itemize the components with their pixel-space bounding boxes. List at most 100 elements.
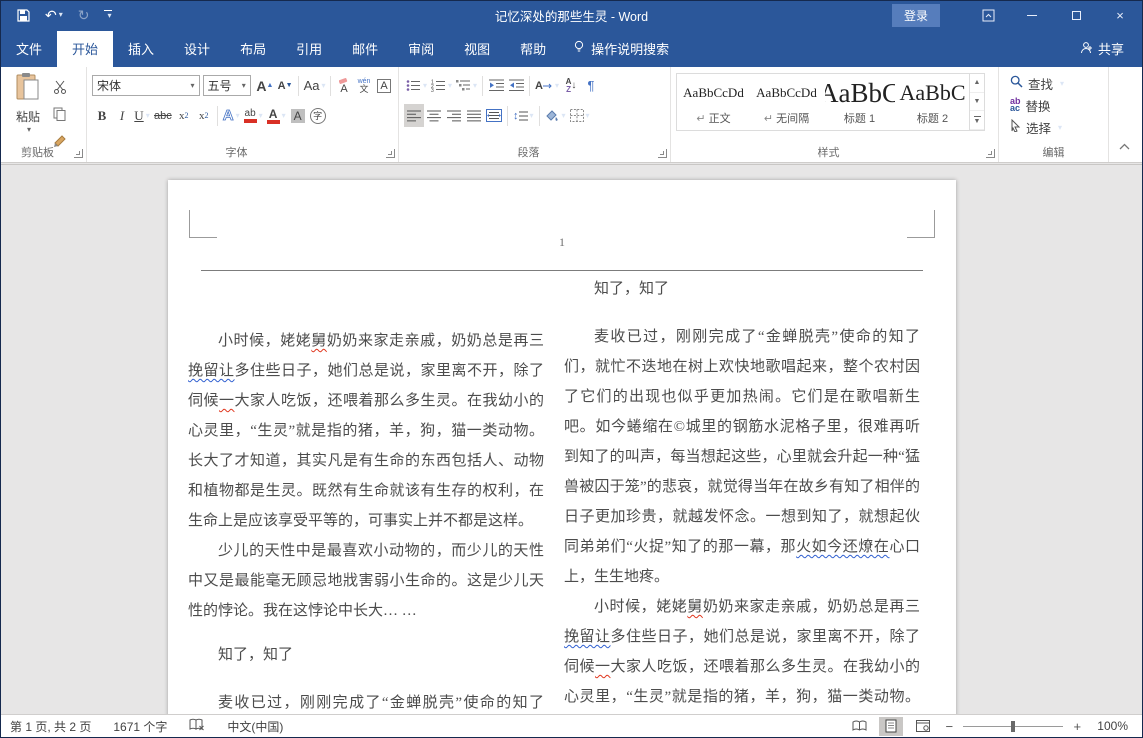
shading-button[interactable]: ▾ <box>543 104 568 127</box>
align-center-button[interactable] <box>424 104 444 127</box>
web-layout-icon[interactable] <box>911 717 935 736</box>
undo-button[interactable]: ↶▾ <box>45 8 63 22</box>
character-shading-button[interactable]: A <box>288 104 308 127</box>
collapse-ribbon-icon[interactable] <box>1119 138 1130 156</box>
copy-icon[interactable] <box>50 102 70 125</box>
paste-button[interactable]: 粘贴 ▾ <box>6 72 50 152</box>
align-right-button[interactable] <box>444 104 464 127</box>
line-spacing-button[interactable]: ↕ ▾ <box>511 104 536 127</box>
clear-formatting-icon[interactable]: A <box>334 74 354 97</box>
shrink-font-button[interactable]: A▼ <box>275 74 295 97</box>
ribbon-display-options-icon[interactable] <box>966 1 1010 29</box>
zoom-level[interactable]: 100% <box>1097 719 1128 733</box>
print-layout-icon[interactable] <box>879 717 903 736</box>
asian-layout-button[interactable]: A ▾ <box>533 74 561 97</box>
document-page[interactable]: 1 小时候，姥姥舅奶奶来家走亲戚，奶奶总是再三挽留让多住些日子，她们总是说，家里… <box>168 180 956 716</box>
tell-me-search[interactable]: 操作说明搜索 <box>561 31 681 67</box>
multilevel-list-button[interactable]: ▾ <box>454 74 479 97</box>
tab-file[interactable]: 文件 <box>1 31 57 67</box>
justify-button[interactable] <box>464 104 484 127</box>
paragraph-dialog-launcher[interactable] <box>658 149 667 158</box>
styles-scroll-up-icon[interactable]: ▲ <box>970 74 984 93</box>
text-column-left[interactable]: 小时候，姥姥舅奶奶来家走亲戚，奶奶总是再三挽留让多住些日子，她们总是说，家里离不… <box>188 326 544 716</box>
word-count[interactable]: 1671 个字 <box>113 718 167 735</box>
font-name-combo[interactable]: 宋体▾ <box>92 75 200 96</box>
sort-button[interactable]: AZ ↓ <box>561 74 581 97</box>
style-heading1[interactable]: AaBbC 标题 1 <box>823 74 896 130</box>
styles-dialog-launcher[interactable] <box>986 149 995 158</box>
zoom-slider[interactable] <box>963 726 1063 727</box>
align-left-button[interactable] <box>404 104 424 127</box>
language-indicator[interactable]: 中文(中国) <box>227 718 283 735</box>
page-number: 1 <box>168 235 956 250</box>
borders-button[interactable]: ▾ <box>568 104 592 127</box>
font-dialog-launcher[interactable] <box>386 149 395 158</box>
document-heading[interactable]: 知了，知了 <box>564 274 920 304</box>
document-paragraph[interactable]: 麦收已过，刚刚完成了“金蝉脱壳”使命的知了们，就忙 <box>188 688 544 716</box>
text-column-right[interactable]: 知了，知了麦收已过，刚刚完成了“金蝉脱壳”使命的知了们，就忙不迭地在树上欢快地歌… <box>564 274 920 716</box>
enclose-characters-button[interactable]: 字 <box>308 104 328 127</box>
superscript-button[interactable]: x2 <box>194 104 214 127</box>
window-controls: 登录 × <box>892 1 1142 29</box>
select-button[interactable]: 选择▾ <box>1004 116 1104 138</box>
numbering-button[interactable]: 123▾ <box>429 74 454 97</box>
cut-icon[interactable] <box>50 75 70 98</box>
italic-button[interactable]: I <box>112 104 132 127</box>
style-gallery: AaBbCcDd ↵ 正文 AaBbCcDd ↵ 无间隔 AaBbC 标题 1 … <box>676 73 985 131</box>
tab-layout[interactable]: 布局 <box>225 31 281 67</box>
styles-scroll-down-icon[interactable]: ▼ <box>970 93 984 112</box>
document-paragraph[interactable]: 少儿的天性中是最喜欢小动物的，而少儿的天性中又是最能毫无顾忌地戕害弱小生命的。这… <box>188 536 544 626</box>
replace-button[interactable]: abac 替换 <box>1004 94 1104 116</box>
redo-button[interactable]: ↻ <box>78 8 90 22</box>
style-heading2[interactable]: AaBbC 标题 2 <box>896 74 969 130</box>
clipboard-dialog-launcher[interactable] <box>74 149 83 158</box>
text-effects-button[interactable]: A▾ <box>221 104 242 127</box>
status-bar: 第 1 页, 共 2 页 1671 个字 中文(中国) − + 100% <box>1 714 1142 737</box>
bold-button[interactable]: B <box>92 104 112 127</box>
styles-more-icon[interactable]: ▼ <box>970 111 984 130</box>
tab-insert[interactable]: 插入 <box>113 31 169 67</box>
document-paragraph[interactable]: 小时候，姥姥舅奶奶来家走亲戚，奶奶总是再三挽留让多住些日子，她们总是说，家里离不… <box>188 326 544 536</box>
zoom-in-button[interactable]: + <box>1071 719 1083 734</box>
font-color-button[interactable]: A▾ <box>265 104 288 127</box>
maximize-button[interactable] <box>1054 1 1098 29</box>
distribute-button[interactable] <box>484 104 504 127</box>
zoom-slider-thumb[interactable] <box>1011 721 1015 732</box>
increase-indent-button[interactable] <box>506 74 526 97</box>
customize-qat-icon[interactable]: ▾ <box>104 10 112 20</box>
grow-font-button[interactable]: A▲ <box>255 74 275 97</box>
highlight-color-button[interactable]: ab▾ <box>242 104 265 127</box>
change-case-button[interactable]: Aa▾ <box>302 74 327 97</box>
share-button[interactable]: 共享 <box>1062 31 1142 67</box>
zoom-out-button[interactable]: − <box>943 719 955 734</box>
phonetic-guide-icon[interactable]: wén文 <box>354 74 374 97</box>
font-size-combo[interactable]: 五号▾ <box>203 75 251 96</box>
tab-help[interactable]: 帮助 <box>505 31 561 67</box>
strikethrough-button[interactable]: abc <box>152 104 174 127</box>
decrease-indent-button[interactable] <box>486 74 506 97</box>
page-indicator[interactable]: 第 1 页, 共 2 页 <box>10 718 91 735</box>
proofing-icon[interactable] <box>189 718 205 734</box>
sign-in-button[interactable]: 登录 <box>892 4 940 27</box>
bullets-button[interactable]: ▾ <box>404 74 429 97</box>
style-no-spacing[interactable]: AaBbCcDd ↵ 无间隔 <box>750 74 823 130</box>
tab-home[interactable]: 开始 <box>57 31 113 67</box>
tab-mailings[interactable]: 邮件 <box>337 31 393 67</box>
style-normal[interactable]: AaBbCcDd ↵ 正文 <box>677 74 750 130</box>
find-button[interactable]: 查找▾ <box>1004 72 1104 94</box>
tab-review[interactable]: 审阅 <box>393 31 449 67</box>
show-marks-button[interactable]: ¶ <box>581 74 601 97</box>
read-mode-icon[interactable] <box>847 717 871 736</box>
tab-view[interactable]: 视图 <box>449 31 505 67</box>
tab-references[interactable]: 引用 <box>281 31 337 67</box>
document-paragraph[interactable]: 小时候，姥姥舅奶奶来家走亲戚，奶奶总是再三挽留让多住些日子，她们总是说，家里离不… <box>564 592 920 716</box>
minimize-button[interactable] <box>1010 1 1054 29</box>
save-icon[interactable] <box>17 9 30 22</box>
tab-design[interactable]: 设计 <box>169 31 225 67</box>
character-border-icon[interactable]: A <box>374 74 394 97</box>
subscript-button[interactable]: x2 <box>174 104 194 127</box>
close-button[interactable]: × <box>1098 1 1142 29</box>
document-heading[interactable]: 知了，知了 <box>188 640 544 670</box>
document-paragraph[interactable]: 麦收已过，刚刚完成了“金蝉脱壳”使命的知了们，就忙不迭地在树上欢快地歌唱起来，整… <box>564 322 920 592</box>
underline-button[interactable]: U▾ <box>132 104 152 127</box>
